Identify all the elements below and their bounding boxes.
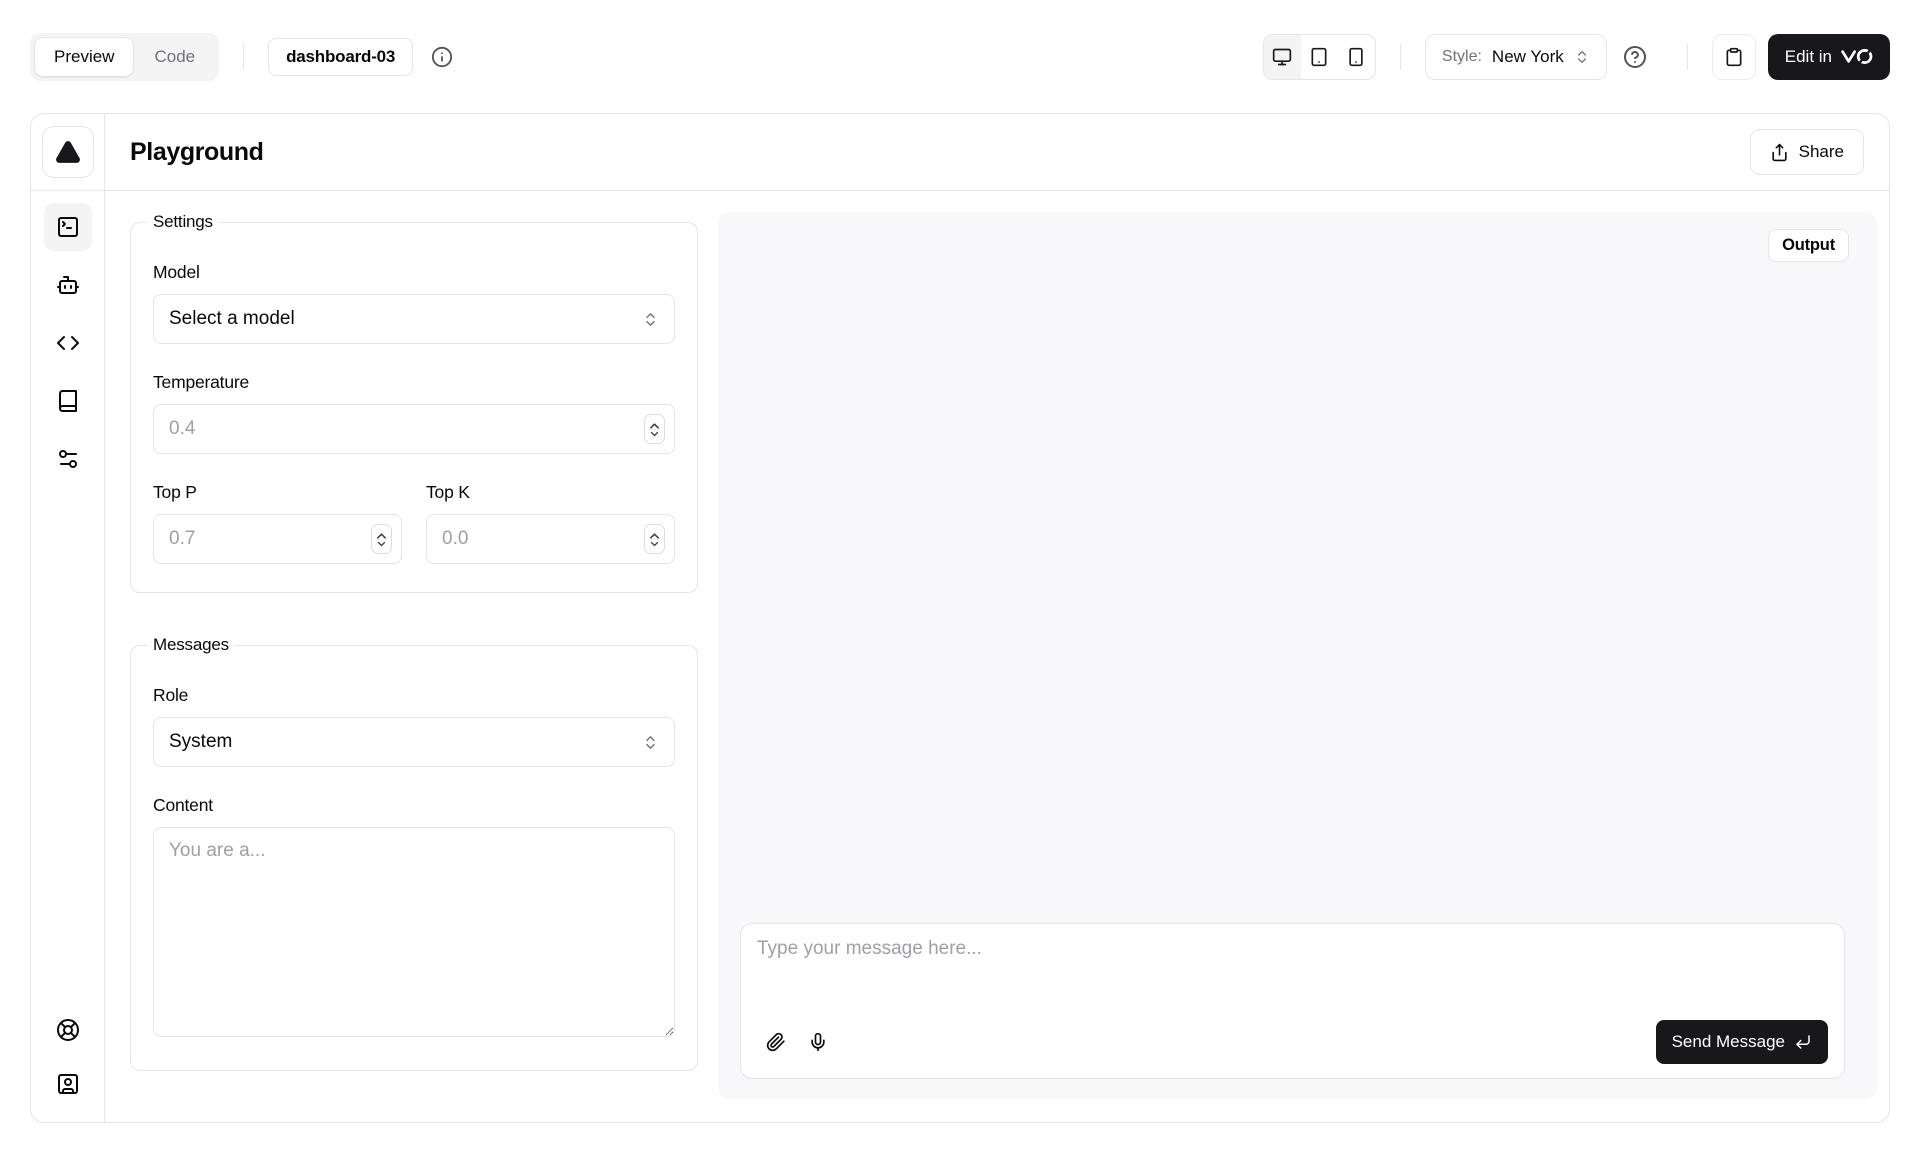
model-select[interactable]: Select a model [153, 294, 675, 344]
role-field: Role System [153, 685, 675, 767]
device-toggle-group [1263, 34, 1376, 80]
content-textarea[interactable] [153, 827, 675, 1037]
settings-fieldset: Settings Model Select a model Temperatur… [130, 212, 698, 593]
sidebar [31, 114, 105, 1122]
top-k-label: Top K [426, 482, 675, 503]
content-label: Content [153, 795, 675, 816]
role-label: Role [153, 685, 675, 706]
page-header: Playground Share [105, 114, 1889, 191]
v0-logo-icon [1841, 48, 1873, 65]
settings-sliders-icon[interactable] [44, 435, 92, 483]
temperature-stepper[interactable] [644, 414, 665, 444]
model-label: Model [153, 262, 675, 283]
send-message-label: Send Message [1672, 1032, 1785, 1052]
model-field: Model Select a model [153, 262, 675, 344]
style-select[interactable]: Style: New York [1425, 34, 1607, 80]
message-composer: Send Message [740, 923, 1845, 1079]
square-terminal-icon[interactable] [44, 203, 92, 251]
help-circle-icon[interactable] [1623, 45, 1647, 69]
toolbar-separator [243, 44, 244, 70]
settings-form: Settings Model Select a model Temperatur… [130, 212, 698, 1099]
temperature-label: Temperature [153, 372, 675, 393]
top-k-input[interactable] [426, 514, 675, 564]
messages-fieldset: Messages Role System Content [130, 635, 698, 1071]
settings-legend: Settings [147, 212, 219, 232]
tab-preview[interactable]: Preview [35, 38, 133, 76]
chevrons-up-down-icon [642, 311, 659, 328]
sidebar-logo-cell [31, 114, 104, 191]
send-message-button[interactable]: Send Message [1656, 1020, 1828, 1064]
top-p-stepper[interactable] [371, 524, 392, 554]
sidebar-nav [44, 191, 92, 483]
content-field: Content [153, 795, 675, 1042]
main-area: Playground Share Settings Model Select a… [105, 114, 1889, 1122]
bot-icon[interactable] [44, 261, 92, 309]
top-p-input[interactable] [153, 514, 402, 564]
temperature-field: Temperature [153, 372, 675, 454]
tab-code[interactable]: Code [135, 38, 214, 76]
top-p-field: Top P [153, 482, 402, 564]
share-button[interactable]: Share [1750, 129, 1864, 175]
triangle-logo-icon[interactable] [42, 126, 94, 178]
edit-in-v0-button[interactable]: Edit in [1768, 34, 1890, 80]
sidebar-bottom-nav [44, 994, 92, 1122]
style-select-value: New York [1492, 47, 1564, 67]
info-icon[interactable] [431, 46, 453, 68]
message-input[interactable] [757, 938, 1828, 1014]
playground-app-card: Playground Share Settings Model Select a… [30, 113, 1890, 1123]
toolbar-separator [1400, 44, 1401, 70]
square-user-icon[interactable] [44, 1060, 92, 1108]
top-k-stepper[interactable] [644, 524, 665, 554]
clipboard-icon[interactable] [1712, 34, 1756, 80]
book-icon[interactable] [44, 377, 92, 425]
page-title: Playground [130, 138, 264, 167]
tablet-icon[interactable] [1301, 35, 1338, 79]
mic-icon[interactable] [799, 1023, 837, 1061]
output-panel: Output Send Message [718, 212, 1877, 1099]
monitor-icon[interactable] [1264, 35, 1301, 79]
top-p-k-row: Top P Top K [153, 482, 675, 564]
share-button-label: Share [1799, 142, 1844, 162]
toolbar-right-group: Style: New York Edit in [1263, 34, 1890, 80]
block-name-badge[interactable]: dashboard-03 [268, 38, 413, 76]
temperature-input[interactable] [153, 404, 675, 454]
playground-content: Settings Model Select a model Temperatur… [105, 191, 1889, 1122]
top-p-label: Top P [153, 482, 402, 503]
corner-down-left-icon [1794, 1033, 1812, 1051]
edit-in-v0-label: Edit in [1785, 47, 1832, 67]
code-icon[interactable] [44, 319, 92, 367]
chevrons-up-down-icon [1574, 49, 1590, 65]
smartphone-icon[interactable] [1338, 35, 1375, 79]
role-select[interactable]: System [153, 717, 675, 767]
chevrons-up-down-icon [642, 734, 659, 751]
composer-actions: Send Message [757, 1014, 1828, 1064]
role-select-value: System [169, 731, 232, 753]
style-select-label: Style: [1442, 48, 1482, 66]
life-buoy-icon[interactable] [44, 1006, 92, 1054]
top-k-field: Top K [426, 482, 675, 564]
view-tab-group: Preview Code [30, 33, 219, 81]
model-select-value: Select a model [169, 308, 295, 330]
messages-legend: Messages [147, 635, 235, 655]
output-badge: Output [1768, 229, 1849, 262]
paperclip-icon[interactable] [757, 1023, 795, 1061]
toolbar-separator [1687, 44, 1688, 70]
share-icon [1770, 143, 1789, 162]
top-toolbar: Preview Code dashboard-03 Style: New Yor… [0, 0, 1920, 113]
